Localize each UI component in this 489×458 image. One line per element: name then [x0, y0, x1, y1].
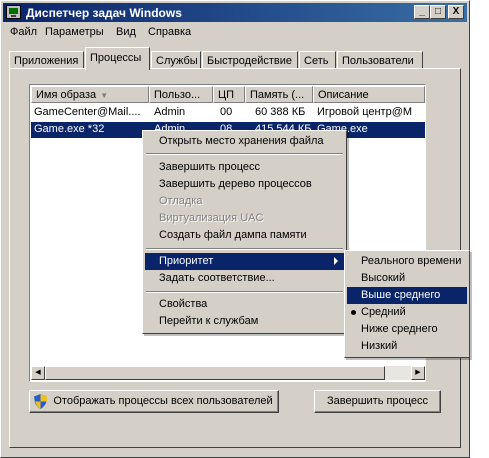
column-user[interactable]: Пользо...	[149, 86, 213, 103]
radio-bullet-icon	[351, 310, 356, 315]
scroll-right-icon[interactable]: ▶	[411, 366, 425, 380]
column-cpu[interactable]: ЦП	[213, 86, 245, 103]
horizontal-scrollbar[interactable]: ◀ ▶	[31, 366, 425, 380]
menu-item-open-location[interactable]: Открыть место хранения файла	[145, 133, 344, 150]
menu-item-set-affinity[interactable]: Задать соответствие...	[145, 270, 344, 287]
column-image-name[interactable]: Имя образа ▼	[31, 86, 149, 103]
scroll-left-icon[interactable]: ◀	[31, 366, 45, 380]
menu-options[interactable]: Параметры	[45, 26, 104, 38]
menu-item-debug: Отладка	[159, 195, 203, 207]
menu-item-end-process[interactable]: Завершить процесс	[145, 159, 344, 176]
priority-normal[interactable]: Средний	[347, 304, 467, 321]
tab-network[interactable]: Сеть	[299, 51, 336, 69]
menu-item-uac-virtualization: Виртуализация UAC	[159, 212, 264, 224]
menu-separator	[146, 248, 343, 250]
menu-help[interactable]: Справка	[148, 26, 191, 38]
menu-item-create-dump[interactable]: Создать файл дампа памяти	[145, 227, 344, 244]
priority-above-normal[interactable]: Выше среднего	[347, 287, 467, 304]
scroll-thumb[interactable]	[45, 366, 385, 380]
menu-separator	[146, 291, 343, 293]
title-bar[interactable]: Диспетчер задач Windows _ □ X	[3, 3, 467, 22]
list-header: Имя образа ▼ Пользо... ЦП Память (... Опи…	[31, 86, 425, 104]
priority-submenu: Реального времени Высокий Выше среднего …	[344, 250, 470, 358]
tab-processes[interactable]: Процессы	[85, 47, 150, 70]
close-button[interactable]: X	[448, 5, 464, 19]
menu-item-go-to-services[interactable]: Перейти к службам	[145, 313, 344, 330]
column-memory[interactable]: Память (...	[245, 86, 313, 103]
column-description[interactable]: Описание	[313, 86, 425, 103]
menu-item-properties[interactable]: Свойства	[145, 296, 344, 313]
task-manager-icon	[6, 5, 21, 19]
uac-shield-icon	[34, 394, 47, 409]
minimize-button[interactable]: _	[414, 5, 430, 19]
priority-low[interactable]: Низкий	[347, 338, 467, 355]
tab-performance[interactable]: Быстродействие	[202, 51, 298, 69]
tab-services[interactable]: Службы	[151, 51, 201, 69]
tab-applications[interactable]: Приложения	[9, 51, 84, 69]
menu-bar: Файл Параметры Вид Справка	[3, 23, 467, 41]
table-row[interactable]: GameCenter@Mail.... Admin 00 60 388 КБ И…	[31, 105, 425, 121]
priority-high[interactable]: Высокий	[347, 270, 467, 287]
priority-below-normal[interactable]: Ниже среднего	[347, 321, 467, 338]
tab-users[interactable]: Пользователи	[337, 51, 423, 69]
menu-file[interactable]: Файл	[10, 26, 37, 38]
menu-item-end-process-tree[interactable]: Завершить дерево процессов	[145, 176, 344, 193]
context-menu: Открыть место хранения файла Завершить п…	[142, 130, 347, 334]
tab-strip: Приложения Процессы Службы Быстродействи…	[9, 47, 465, 70]
sort-arrow-icon: ▼	[100, 91, 109, 100]
show-all-users-button[interactable]: Отображать процессы всех пользователей	[29, 390, 279, 413]
menu-separator	[146, 153, 343, 155]
maximize-button[interactable]: □	[430, 5, 446, 19]
end-process-button[interactable]: Завершить процесс	[314, 390, 441, 413]
window-title: Диспетчер задач Windows	[26, 6, 182, 20]
submenu-arrow-icon	[334, 257, 338, 265]
menu-item-priority[interactable]: Приоритет	[145, 253, 344, 270]
priority-realtime[interactable]: Реального времени	[347, 253, 467, 270]
menu-view[interactable]: Вид	[116, 26, 136, 38]
